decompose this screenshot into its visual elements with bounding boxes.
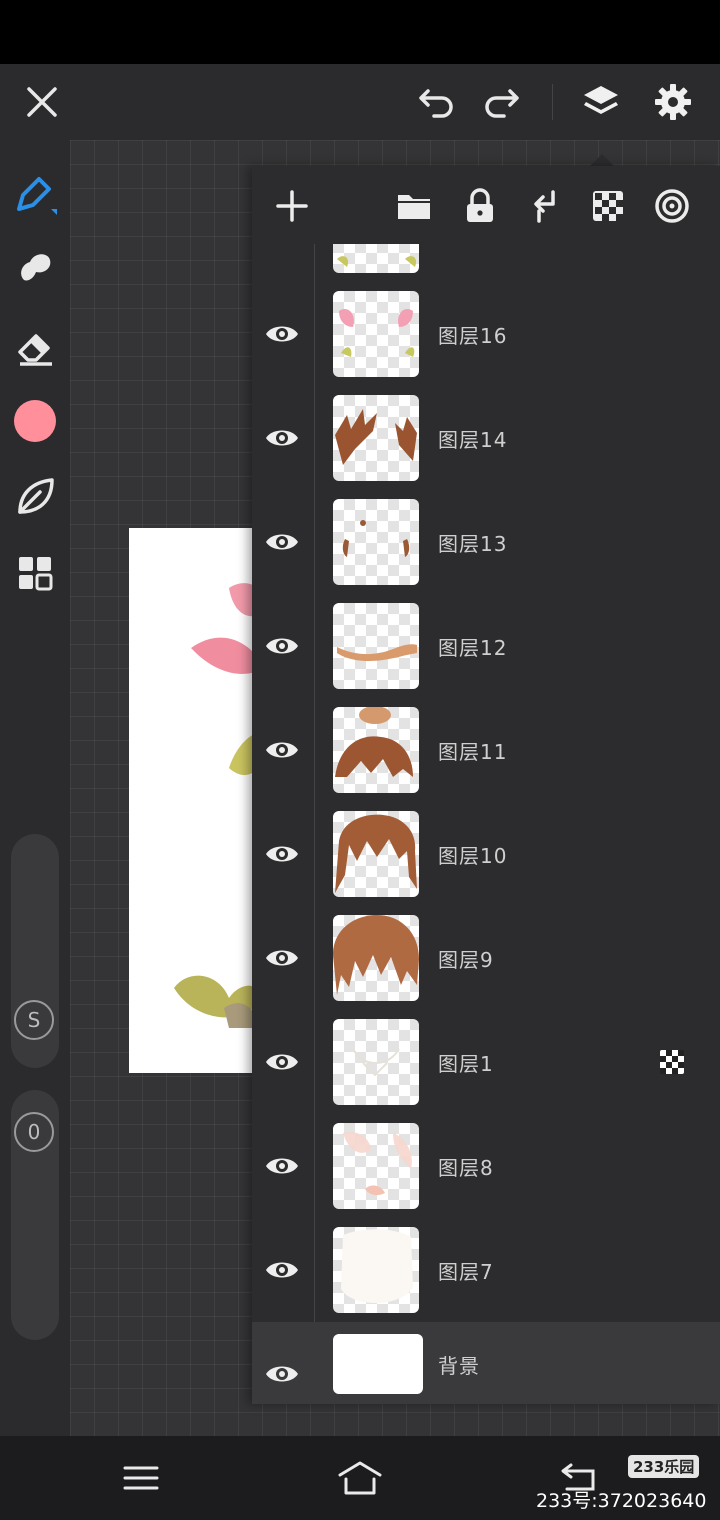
- eye-icon[interactable]: [264, 527, 300, 557]
- eye-icon[interactable]: [264, 423, 300, 453]
- pen-icon[interactable]: [10, 168, 60, 218]
- eye-icon[interactable]: [264, 735, 300, 765]
- layer-name: 图层9: [438, 948, 494, 972]
- indent-line: [314, 490, 315, 594]
- layer-name: 图层16: [438, 324, 508, 348]
- undo-icon[interactable]: [414, 82, 458, 122]
- folder-icon[interactable]: [394, 186, 434, 226]
- menu-icon[interactable]: [118, 1458, 164, 1498]
- layer-row[interactable]: 图层9: [252, 906, 720, 1011]
- layer-thumbnail: [333, 603, 419, 689]
- layer-list: 图层16 图层14 图层13 图层12 图层11 图层10 图层9 图层1 图层…: [252, 244, 720, 1404]
- indent-line: [314, 698, 315, 802]
- top-bar: [0, 64, 720, 140]
- indent-line: [314, 282, 315, 386]
- status-bar: [0, 0, 720, 64]
- layer-name: 图层13: [438, 532, 508, 556]
- layer-thumbnail: [333, 1123, 419, 1209]
- indent-line: [314, 1114, 315, 1218]
- layer-thumbnail: [333, 1334, 423, 1394]
- eye-icon[interactable]: [264, 839, 300, 869]
- layer-thumbnail: [333, 499, 419, 585]
- layer-row[interactable]: 图层14: [252, 386, 720, 491]
- layer-thumbnail: [333, 707, 419, 793]
- indent-line: [314, 1010, 315, 1114]
- left-toolbar: S 0: [0, 140, 70, 1436]
- eye-icon[interactable]: [264, 943, 300, 973]
- merge-down-icon[interactable]: [524, 186, 564, 226]
- alpha-lock-icon[interactable]: [660, 1050, 684, 1074]
- opacity-label: 0: [14, 1112, 54, 1152]
- layer-row[interactable]: 图层13: [252, 490, 720, 595]
- indent-line: [314, 594, 315, 698]
- target-icon[interactable]: [652, 186, 692, 226]
- eye-icon[interactable]: [264, 631, 300, 661]
- layer-row[interactable]: 图层12: [252, 594, 720, 699]
- eraser-icon[interactable]: [12, 324, 58, 370]
- layer-row[interactable]: 图层11: [252, 698, 720, 803]
- size-label: S: [14, 1000, 54, 1040]
- watermark-logo: 233乐园: [628, 1455, 700, 1478]
- eye-icon[interactable]: [264, 1047, 300, 1077]
- indent-line: [314, 802, 315, 906]
- indent-line: [314, 244, 315, 282]
- layer-row[interactable]: 图层16: [252, 282, 720, 387]
- eye-icon[interactable]: [264, 319, 300, 349]
- lock-icon[interactable]: [460, 186, 500, 226]
- smudge-icon[interactable]: [12, 244, 58, 290]
- layer-thumbnail: [333, 811, 419, 897]
- settings-icon[interactable]: [650, 80, 696, 124]
- layer-thumbnail: [333, 291, 419, 377]
- home-icon[interactable]: [334, 1456, 386, 1500]
- layers-panel: 图层16 图层14 图层13 图层12 图层11 图层10 图层9 图层1 图层…: [252, 166, 720, 1404]
- close-icon[interactable]: [22, 82, 62, 122]
- leaf-icon[interactable]: [12, 474, 58, 520]
- layers-toolbar: [252, 166, 720, 245]
- indent-line: [314, 1218, 315, 1322]
- indent-line: [314, 906, 315, 1010]
- layer-row-background[interactable]: 背景: [252, 1322, 720, 1404]
- layer-row[interactable]: 图层10: [252, 802, 720, 907]
- color-swatch[interactable]: [14, 400, 56, 442]
- layer-row[interactable]: 图层7: [252, 1218, 720, 1323]
- layer-name: 图层7: [438, 1260, 494, 1284]
- layer-name: 图层12: [438, 636, 508, 660]
- layer-name: 图层11: [438, 740, 508, 764]
- layer-thumbnail: [333, 395, 419, 481]
- grid-icon[interactable]: [12, 550, 58, 596]
- checker-icon[interactable]: [588, 186, 628, 226]
- layer-name: 图层14: [438, 428, 508, 452]
- layer-row[interactable]: 图层1: [252, 1010, 720, 1115]
- layer-thumbnail: [333, 244, 419, 273]
- layer-row[interactable]: [252, 244, 720, 283]
- redo-icon[interactable]: [480, 82, 524, 122]
- layer-name: 图层1: [438, 1052, 494, 1076]
- divider: [552, 84, 553, 120]
- layer-row[interactable]: 图层8: [252, 1114, 720, 1219]
- layer-name: 图层10: [438, 844, 508, 868]
- eye-icon[interactable]: [264, 1359, 300, 1389]
- layers-icon[interactable]: [578, 80, 624, 124]
- layer-thumbnail: [333, 1019, 419, 1105]
- watermark-id: 233号:372023640: [536, 1490, 707, 1512]
- layer-thumbnail: [333, 1227, 419, 1313]
- eye-icon[interactable]: [264, 1255, 300, 1285]
- layer-thumbnail: [333, 915, 419, 1001]
- layer-name: 图层8: [438, 1156, 494, 1180]
- layer-name: 背景: [438, 1354, 480, 1378]
- panel-pointer: [590, 154, 614, 166]
- eye-icon[interactable]: [264, 1151, 300, 1181]
- add-icon[interactable]: [272, 186, 312, 226]
- indent-line: [314, 386, 315, 490]
